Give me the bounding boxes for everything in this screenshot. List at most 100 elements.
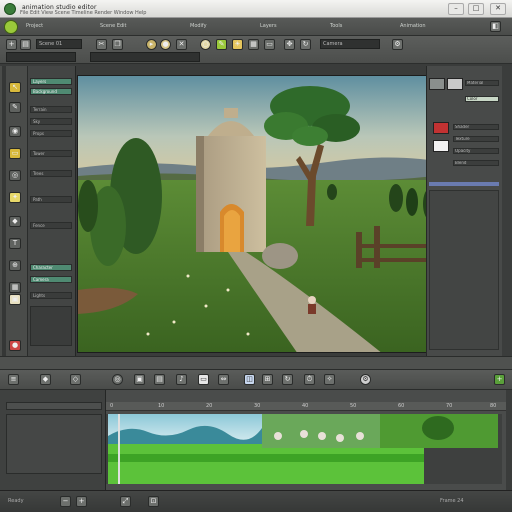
layer-row[interactable]: Path <box>30 196 72 203</box>
image-icon[interactable]: ▣ <box>9 294 21 305</box>
ruler-mark: 0 <box>110 403 114 409</box>
effects-icon[interactable]: ✧ <box>324 374 335 385</box>
swatch-red[interactable] <box>433 122 449 134</box>
loop-icon[interactable]: ↻ <box>282 374 293 385</box>
app-home-icon[interactable] <box>4 20 18 34</box>
trim-icon[interactable]: ⇔ <box>218 374 229 385</box>
tool-rail <box>2 66 6 356</box>
keyframe-icon[interactable]: ◆ <box>40 374 51 385</box>
add-track-icon[interactable]: + <box>494 374 505 385</box>
brush-icon[interactable]: ✎ <box>9 102 21 113</box>
property-row[interactable]: Shader <box>453 124 499 130</box>
snap-icon[interactable]: ⊡ <box>148 496 159 507</box>
track-header[interactable] <box>6 414 102 474</box>
layer-row[interactable]: Trees <box>30 170 72 177</box>
toolbar-item-modify[interactable]: Modify <box>190 23 207 29</box>
track-header[interactable] <box>6 402 102 410</box>
layer-row[interactable]: Layers <box>30 78 72 85</box>
close-tool-icon[interactable]: ✕ <box>176 39 187 50</box>
image-icon[interactable]: ▣ <box>134 374 145 385</box>
swatch-white[interactable] <box>433 140 449 152</box>
scene-viewport[interactable] <box>77 75 451 353</box>
timeline-scrollbar[interactable] <box>506 390 512 490</box>
merge-icon[interactable]: ⊞ <box>262 374 273 385</box>
eye-icon[interactable]: ◎ <box>9 170 21 181</box>
layer-row[interactable]: Tower <box>30 150 72 157</box>
mesh-icon[interactable]: ▦ <box>9 282 21 293</box>
panel-divider-bar[interactable] <box>0 356 512 370</box>
node-icon[interactable]: ⊕ <box>9 260 21 271</box>
property-row[interactable]: Opacity <box>453 148 499 154</box>
clip-icon[interactable]: ▭ <box>198 374 209 385</box>
key-icon[interactable]: ◇ <box>70 374 81 385</box>
text-icon[interactable]: T <box>9 238 21 249</box>
open-icon[interactable]: ▤ <box>20 39 31 50</box>
record-icon[interactable]: ● <box>160 39 171 50</box>
folder-icon[interactable]: ▭ <box>9 148 21 159</box>
zoom-out-icon[interactable]: − <box>60 496 71 507</box>
paint-icon[interactable]: ✎ <box>216 39 227 50</box>
material-thumbnail[interactable] <box>429 78 445 90</box>
film-icon[interactable]: ▤ <box>154 374 165 385</box>
options-field[interactable] <box>6 52 76 62</box>
distant-tree <box>406 188 418 216</box>
select-icon[interactable]: ↖ <box>9 82 21 93</box>
sphere-icon[interactable]: ○ <box>200 39 211 50</box>
shape-icon[interactable]: ◆ <box>9 216 21 227</box>
cut-icon[interactable]: ✂ <box>96 39 107 50</box>
layer-row[interactable]: Fence <box>30 222 72 229</box>
close-button[interactable]: ✕ <box>490 3 506 15</box>
property-row[interactable]: Blend <box>453 160 499 166</box>
grid-icon[interactable]: ▦ <box>248 39 259 50</box>
layers-icon[interactable]: ▭ <box>264 39 275 50</box>
play-icon[interactable]: ▸ <box>146 39 157 50</box>
layer-row[interactable]: Props <box>30 130 72 137</box>
fit-icon[interactable]: ⤢ <box>120 496 131 507</box>
rotate-icon[interactable]: ↻ <box>300 39 311 50</box>
scene-field[interactable]: Scene 01 <box>36 39 82 49</box>
video-track[interactable] <box>108 414 500 484</box>
layer-row[interactable]: Sky <box>30 118 72 125</box>
camera-field[interactable]: Camera <box>320 39 380 49</box>
property-row[interactable]: Color <box>465 96 499 102</box>
target-icon[interactable]: ◎ <box>112 374 123 385</box>
time-ruler[interactable]: 0 10 20 30 40 50 60 70 80 <box>106 402 506 411</box>
status-left: Ready <box>8 498 24 504</box>
distant-tree <box>327 184 337 200</box>
layer-row[interactable]: Background <box>30 88 72 95</box>
layer-row[interactable]: Character <box>30 264 72 271</box>
speed-icon[interactable]: ⏱ <box>304 374 315 385</box>
light-icon[interactable]: ✦ <box>9 192 21 203</box>
new-icon[interactable]: + <box>6 39 17 50</box>
toolbar-item-animation[interactable]: Animation <box>400 23 426 29</box>
split-icon[interactable]: ◫ <box>244 374 255 385</box>
panel-toggle-icon[interactable]: ◧ <box>490 21 501 32</box>
property-row[interactable]: Texture <box>453 136 499 142</box>
sun-icon[interactable]: ☀ <box>232 39 243 50</box>
toolbar-item-tools[interactable]: Tools <box>330 23 342 29</box>
property-row[interactable]: Material <box>465 80 499 86</box>
toolbar-item-project[interactable]: Project <box>26 23 43 29</box>
playhead <box>118 414 120 484</box>
panel-empty-area <box>429 190 499 350</box>
layer-row[interactable]: Lights <box>30 292 72 299</box>
move-icon[interactable]: ✥ <box>284 39 295 50</box>
property-field[interactable] <box>90 52 200 62</box>
audio-icon[interactable]: ♪ <box>176 374 187 385</box>
render-icon[interactable]: ● <box>9 340 21 351</box>
toolbar-item-scene-edit[interactable]: Scene Edit <box>100 23 127 29</box>
zoom-in-icon[interactable]: + <box>76 496 87 507</box>
minimize-button[interactable]: – <box>448 3 464 15</box>
copy-icon[interactable]: ❐ <box>112 39 123 50</box>
layer-row[interactable]: Terrain <box>30 106 72 113</box>
material-thumbnail[interactable] <box>447 78 463 90</box>
maximize-button[interactable]: □ <box>468 3 484 15</box>
menu-bar[interactable]: File Edit View Scene Timeline Render Win… <box>20 10 146 16</box>
timeline-menu-icon[interactable]: ≡ <box>8 374 19 385</box>
toolbar-item-layers[interactable]: Layers <box>260 23 277 29</box>
layer-row[interactable]: Camera <box>30 276 72 283</box>
camera-icon[interactable]: ◉ <box>9 126 21 137</box>
settings-icon[interactable]: ⚙ <box>360 374 371 385</box>
track-headers <box>0 390 106 490</box>
settings-icon[interactable]: ⚙ <box>392 39 403 50</box>
